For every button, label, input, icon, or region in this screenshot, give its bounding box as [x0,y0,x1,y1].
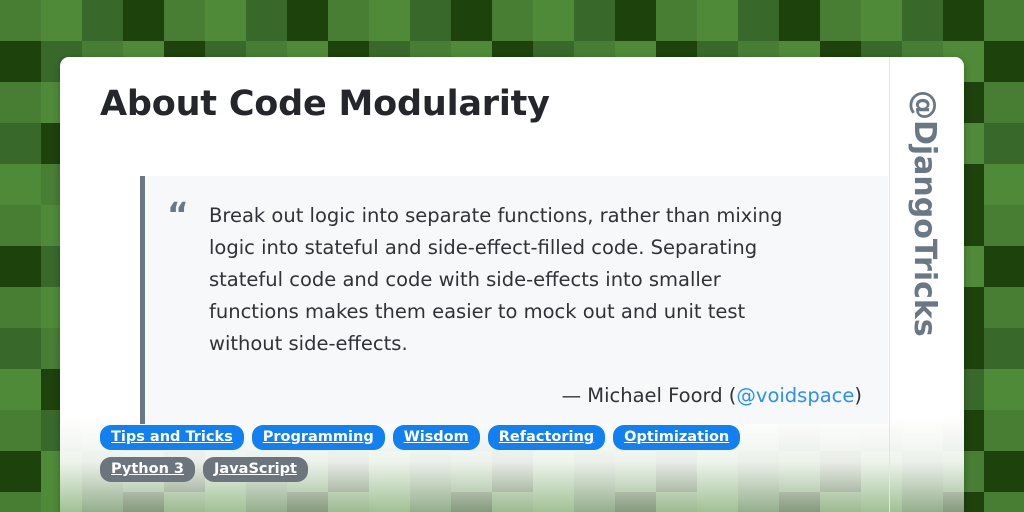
background-pixel [0,82,41,123]
author-handle-link[interactable]: @voidspace [736,384,854,407]
background-pixel [123,0,164,41]
background-pixel [0,0,41,41]
background-pixel [0,246,41,287]
background-pixel [697,0,738,41]
background-pixel [984,410,1024,451]
background-pixel [0,123,41,164]
background-pixel [984,164,1024,205]
background-pixel [984,328,1024,369]
background-pixel [615,0,656,41]
background-pixel [656,0,697,41]
background-pixel [82,0,123,41]
background-pixel [164,0,205,41]
quote-text: Break out logic into separate functions,… [209,204,783,355]
background-pixel [0,492,41,512]
background-pixel [0,41,41,82]
tag-wisdom[interactable]: Wisdom [392,425,480,450]
background-pixel [0,164,41,205]
quote-mark-icon: “ [167,195,189,234]
background-pixel [943,0,984,41]
background-pixel [861,0,902,41]
screenshot-stage: About Code Modularity “ Break out logic … [0,0,1024,512]
background-pixel [0,287,41,328]
background-pixel [984,246,1024,287]
background-pixel [574,0,615,41]
background-pixel [369,0,410,41]
tag-refactoring[interactable]: Refactoring [487,425,606,450]
background-pixel [984,82,1024,123]
background-pixel [287,0,328,41]
background-pixel [902,0,943,41]
background-pixel [328,0,369,41]
background-pixel [984,451,1024,492]
tag-tips-and-tricks[interactable]: Tips and Tricks [100,425,244,450]
card-content-column: About Code Modularity “ Break out logic … [60,57,889,512]
sidebar-strip: @DjangoTricks [889,57,964,512]
quote-block: “ Break out logic into separate function… [140,176,888,424]
background-pixel [0,451,41,492]
background-pixel [984,492,1024,512]
background-pixel [738,0,779,41]
background-pixel [984,123,1024,164]
tag-optimization[interactable]: Optimization [613,425,741,450]
background-pixel [0,205,41,246]
background-pixel [492,0,533,41]
background-pixel [984,369,1024,410]
site-handle: @DjangoTricks [906,90,942,337]
tag-python-3[interactable]: Python 3 [100,457,196,482]
quote-attribution: — Michael Foord (@voidspace) [167,382,862,410]
background-pixel [984,287,1024,328]
background-pixel [533,0,574,41]
quote-attribution-suffix: ) [854,384,862,407]
background-pixel [779,0,820,41]
background-pixel [246,0,287,41]
background-pixel [0,328,41,369]
tag-javascript[interactable]: JavaScript [203,457,308,482]
background-pixel [205,0,246,41]
background-pixel [984,41,1024,82]
tag-list: Tips and Tricks Programming Wisdom Refactor… [100,425,800,482]
background-pixel [41,0,82,41]
page-title: About Code Modularity [100,84,550,124]
background-pixel [451,0,492,41]
background-pixel [984,0,1024,41]
quote-card-inner: About Code Modularity “ Break out logic … [60,57,964,512]
background-pixel [410,0,451,41]
background-pixel [0,369,41,410]
quote-card: About Code Modularity “ Break out logic … [60,57,964,512]
background-pixel [820,0,861,41]
tag-programming[interactable]: Programming [251,425,385,450]
background-pixel [0,410,41,451]
background-pixel [984,205,1024,246]
quote-author: — Michael Foord ( [561,384,737,407]
